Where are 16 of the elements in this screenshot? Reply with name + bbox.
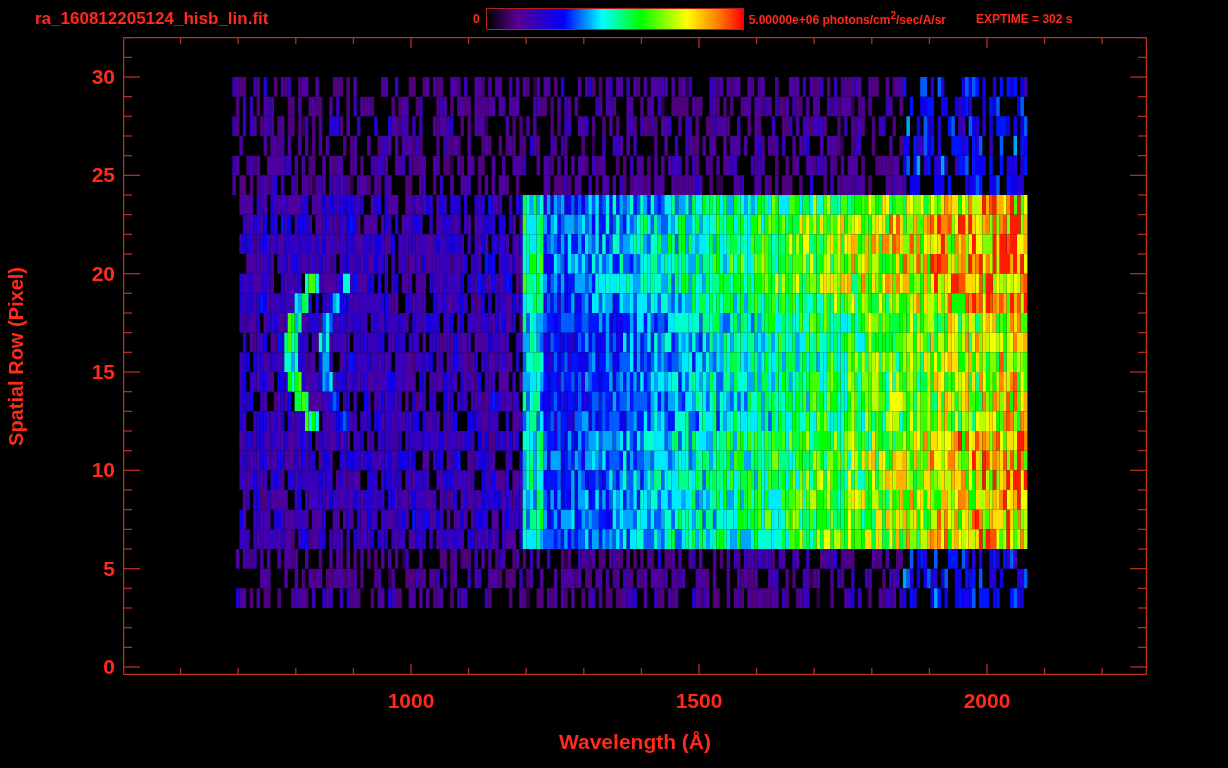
y-tick-label: 25 bbox=[91, 163, 115, 188]
y-tick-label: 15 bbox=[91, 360, 115, 384]
y-axis-label: Spatial Row (Pixel) bbox=[4, 266, 28, 446]
y-tick-label: 30 bbox=[91, 65, 115, 89]
y-tick-label: 10 bbox=[91, 458, 115, 483]
y-tick-label: 0 bbox=[103, 655, 115, 679]
x-tick-label: 2000 bbox=[963, 689, 1011, 713]
file-title: ra_160812205124_hisb_lin.fit bbox=[35, 8, 270, 29]
colorbar-max-label: 5.00000e+06 photons/cm$^{2}$/sec/A/sr bbox=[748, 10, 947, 27]
x-tick-label: 1500 bbox=[675, 689, 723, 713]
x-axis-label: Wavelength (Å) bbox=[558, 730, 712, 754]
exposure-time: EXPTIME = 302 s bbox=[976, 11, 1073, 26]
x-tick-label: 1000 bbox=[387, 689, 435, 713]
y-tick-label: 5 bbox=[103, 556, 115, 581]
colorbar-min-label: 0 bbox=[473, 11, 480, 26]
y-tick-label: 20 bbox=[91, 261, 115, 286]
